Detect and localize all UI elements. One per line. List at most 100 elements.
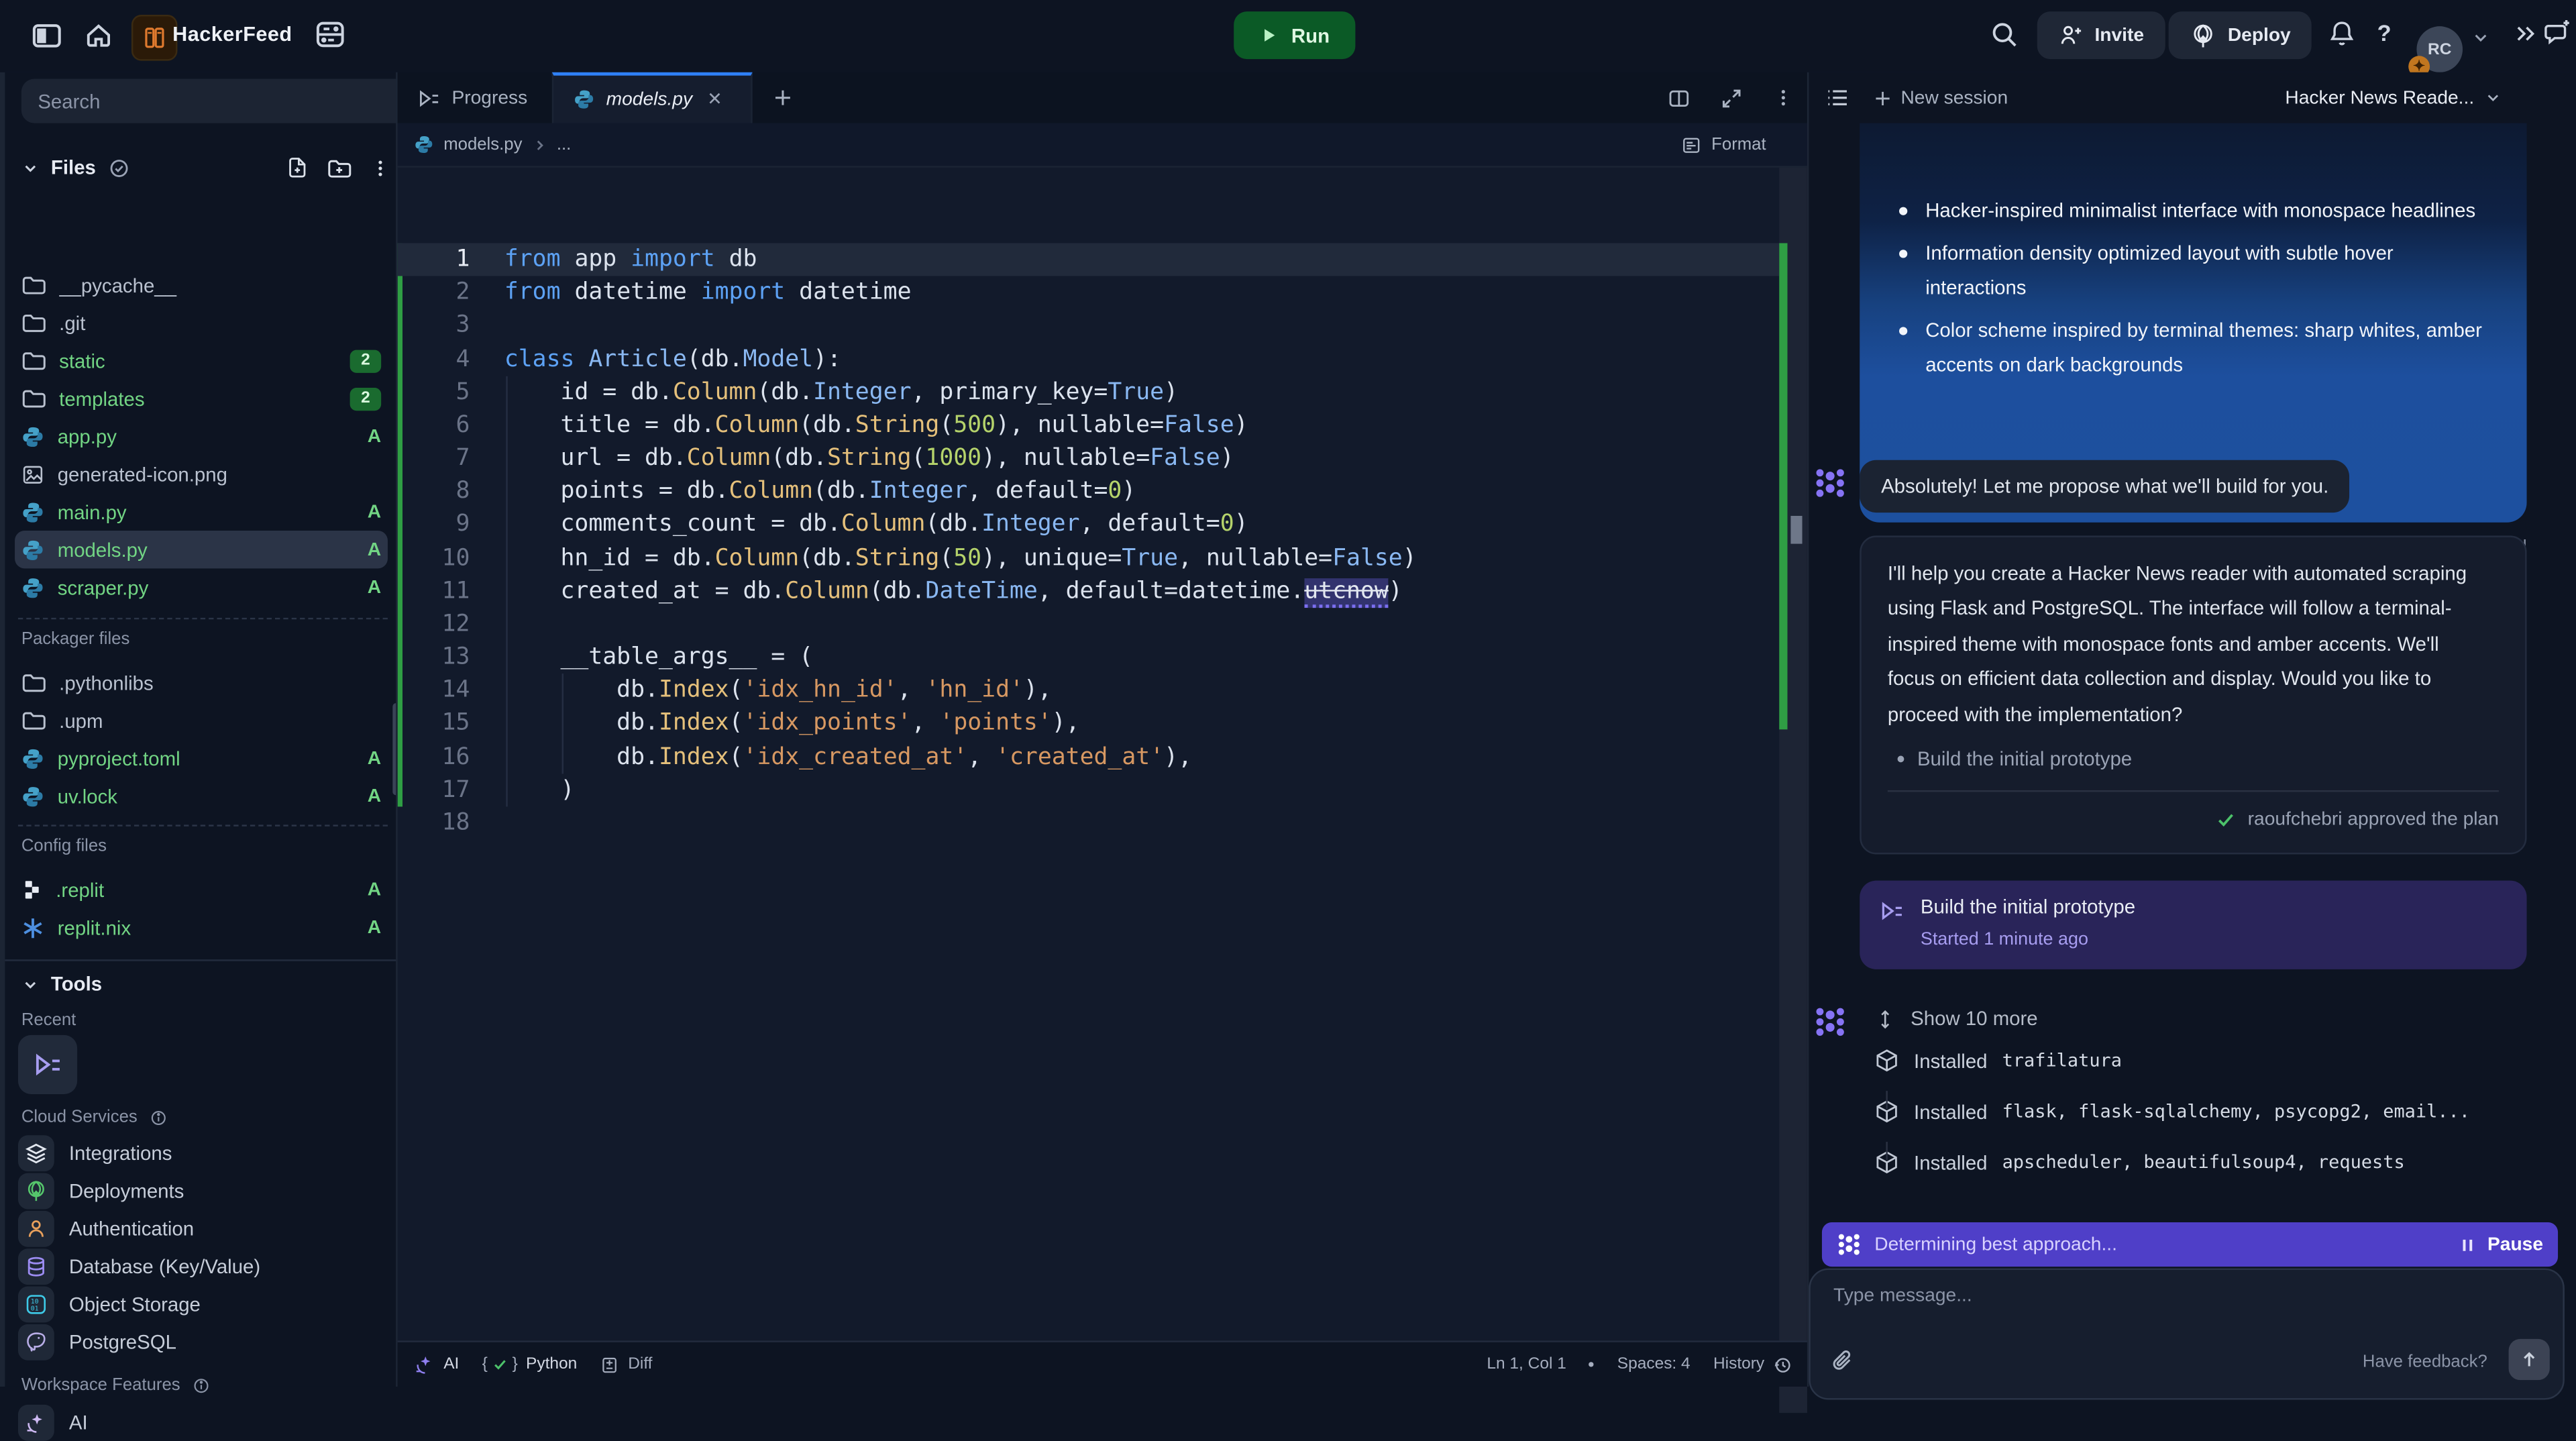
python-icon — [21, 500, 44, 523]
editor-menu-kebab-icon[interactable] — [1772, 87, 1794, 109]
files-menu-kebab-icon[interactable] — [370, 157, 391, 178]
code-line-16[interactable]: 16 db.Index('idx_created_at', 'created_a… — [398, 740, 1780, 773]
code-line-12[interactable]: 12 — [398, 608, 1780, 641]
code-line-2[interactable]: 2from datetime import datetime — [398, 276, 1780, 309]
new-chat-icon[interactable] — [2543, 18, 2571, 46]
file-row-uv.lock[interactable]: uv.lockA — [15, 777, 388, 814]
new-session-button[interactable]: New session — [1873, 88, 2008, 107]
tools-header-row[interactable]: Tools — [21, 973, 102, 996]
tab-models-py[interactable]: models.py ✕ — [552, 72, 753, 123]
pause-button[interactable]: Pause — [2459, 1234, 2543, 1254]
app-icon[interactable] — [131, 15, 178, 61]
repl-resources-icon[interactable] — [314, 18, 347, 51]
new-folder-icon[interactable] — [327, 155, 352, 180]
task-card[interactable]: Build the initial prototype Started 1 mi… — [1860, 881, 2526, 969]
sidebar-toggle-icon[interactable] — [32, 19, 63, 51]
breadcrumb-file[interactable]: models.py — [443, 135, 522, 154]
help-icon[interactable]: ? — [2377, 19, 2392, 46]
code-line-10[interactable]: 10 hn_id = db.Column(db.String(50), uniq… — [398, 541, 1780, 574]
code-line-4[interactable]: 4class Article(db.Model): — [398, 343, 1780, 376]
file-row-app.py[interactable]: app.pyA — [15, 417, 388, 455]
indentation-setting[interactable]: Spaces: 4 — [1617, 1355, 1690, 1373]
code-line-13[interactable]: 13 __table_args__ = ( — [398, 641, 1780, 674]
feedback-link[interactable]: Have feedback? — [2363, 1352, 2487, 1372]
file-row-scraper.py[interactable]: scraper.pyA — [15, 568, 388, 606]
code-line-8[interactable]: 8 points = db.Column(db.Integer, default… — [398, 475, 1780, 508]
tab-progress[interactable]: Progress — [398, 72, 552, 123]
expand-icon[interactable] — [1720, 87, 1743, 110]
code-line-5[interactable]: 5 id = db.Column(db.Integer, primary_key… — [398, 376, 1780, 409]
file-row-__pycache__[interactable]: __pycache__ — [15, 266, 388, 304]
attachment-paperclip-icon[interactable] — [1830, 1349, 1855, 1374]
avatar[interactable]: RC ✦ — [2416, 26, 2463, 72]
line-number: 4 — [398, 343, 470, 376]
new-tab-icon[interactable] — [772, 87, 794, 109]
file-row-.upm[interactable]: .upm — [15, 702, 388, 739]
recent-tool-tile[interactable] — [18, 1035, 77, 1094]
info-icon[interactable] — [149, 1108, 167, 1126]
file-row-main.py[interactable]: main.pyA — [15, 493, 388, 531]
code-line-14[interactable]: 14 db.Index('idx_hn_id', 'hn_id'), — [398, 674, 1780, 707]
session-title-dropdown[interactable]: Hacker News Reade... — [2285, 88, 2502, 107]
file-row-templates[interactable]: templates2 — [15, 380, 388, 417]
sidebar-item-object-storage[interactable]: 1001Object Storage — [18, 1285, 388, 1322]
code-editor[interactable]: 1from app import db2from datetime import… — [398, 168, 1780, 1413]
file-row-generated-icon.png[interactable]: generated-icon.png — [15, 455, 388, 492]
file-row-.git[interactable]: .git — [15, 304, 388, 341]
code-line-15[interactable]: 15 db.Index('idx_points', 'points'), — [398, 707, 1780, 740]
status-language[interactable]: { } Python — [482, 1355, 578, 1373]
run-button[interactable]: Run — [1234, 11, 1356, 59]
search-icon[interactable] — [1990, 19, 2019, 49]
chat-messages[interactable]: Style: Hacker-inspired minimalist interf… — [1809, 123, 2576, 1224]
file-row-pyproject.toml[interactable]: pyproject.tomlA — [15, 739, 388, 777]
cursor-position[interactable]: Ln 1, Col 1 — [1487, 1355, 1566, 1373]
account-chevron-down-icon[interactable] — [2471, 28, 2490, 48]
sidebar-item-database-key-value-[interactable]: Database (Key/Value) — [18, 1247, 388, 1285]
sidebar-item-integrations[interactable]: Integrations — [18, 1134, 388, 1171]
sidebar-item-ai[interactable]: AI — [18, 1403, 388, 1440]
collapse-right-icon[interactable] — [2514, 21, 2538, 46]
code-line-6[interactable]: 6 title = db.Column(db.String(500), null… — [398, 409, 1780, 441]
check-circle-icon[interactable] — [109, 157, 131, 178]
ai-icon — [18, 1404, 54, 1440]
status-diff[interactable]: Diff — [600, 1354, 653, 1374]
code-line-17[interactable]: 17 ) — [398, 773, 1780, 806]
file-row-models.py[interactable]: models.pyA — [15, 531, 388, 568]
code-line-7[interactable]: 7 url = db.Column(db.String(1000), nulla… — [398, 442, 1780, 475]
notifications-bell-icon[interactable] — [2328, 19, 2356, 48]
chevron-down-icon[interactable] — [21, 158, 40, 176]
code-line-18[interactable]: 18 — [398, 806, 1780, 839]
sidebar-item-deployments[interactable]: Deployments — [18, 1171, 388, 1209]
format-button[interactable]: Format — [1680, 134, 1766, 156]
show-more-button[interactable]: Show 10 more — [1874, 1007, 2037, 1030]
code-line-1[interactable]: 1from app import db — [398, 243, 1780, 276]
editor-scrollbar[interactable] — [1779, 168, 1807, 1413]
sidebar-item-postgresql[interactable]: PostgreSQL — [18, 1322, 388, 1360]
image-icon — [21, 462, 44, 485]
search-input[interactable]: Search — [21, 79, 417, 123]
send-button[interactable] — [2509, 1339, 2550, 1380]
message-input-card[interactable]: Type message... Have feedback? — [1809, 1269, 2565, 1400]
home-icon[interactable] — [84, 19, 113, 49]
added-badge: A — [368, 578, 381, 597]
sidebar-item-authentication[interactable]: Authentication — [18, 1209, 388, 1246]
close-tab-icon[interactable]: ✕ — [707, 89, 722, 110]
invite-button[interactable]: Invite — [2037, 11, 2165, 59]
info-icon[interactable] — [192, 1376, 210, 1394]
editor-scrollbar-thumb[interactable] — [1790, 516, 1802, 544]
new-file-icon[interactable] — [286, 156, 309, 179]
session-list-icon[interactable] — [1825, 85, 1850, 110]
chevron-down-icon — [21, 975, 40, 993]
file-row-replit.nix[interactable]: replit.nixA — [15, 908, 388, 946]
history-button[interactable]: History — [1713, 1354, 1792, 1374]
split-pane-icon[interactable] — [1668, 87, 1690, 110]
status-ai[interactable]: AI — [414, 1354, 459, 1375]
code-line-11[interactable]: 11 created_at = db.Column(db.DateTime, d… — [398, 574, 1780, 607]
file-row-static[interactable]: static2 — [15, 341, 388, 379]
code-line-3[interactable]: 3 — [398, 309, 1780, 342]
code-line-9[interactable]: 9 comments_count = db.Column(db.Integer,… — [398, 509, 1780, 541]
file-row-.pythonlibs[interactable]: .pythonlibs — [15, 663, 388, 701]
deploy-button[interactable]: Deploy — [2169, 11, 2312, 59]
breadcrumb-more[interactable]: ... — [557, 135, 571, 154]
file-row-.replit[interactable]: .replitA — [15, 871, 388, 908]
